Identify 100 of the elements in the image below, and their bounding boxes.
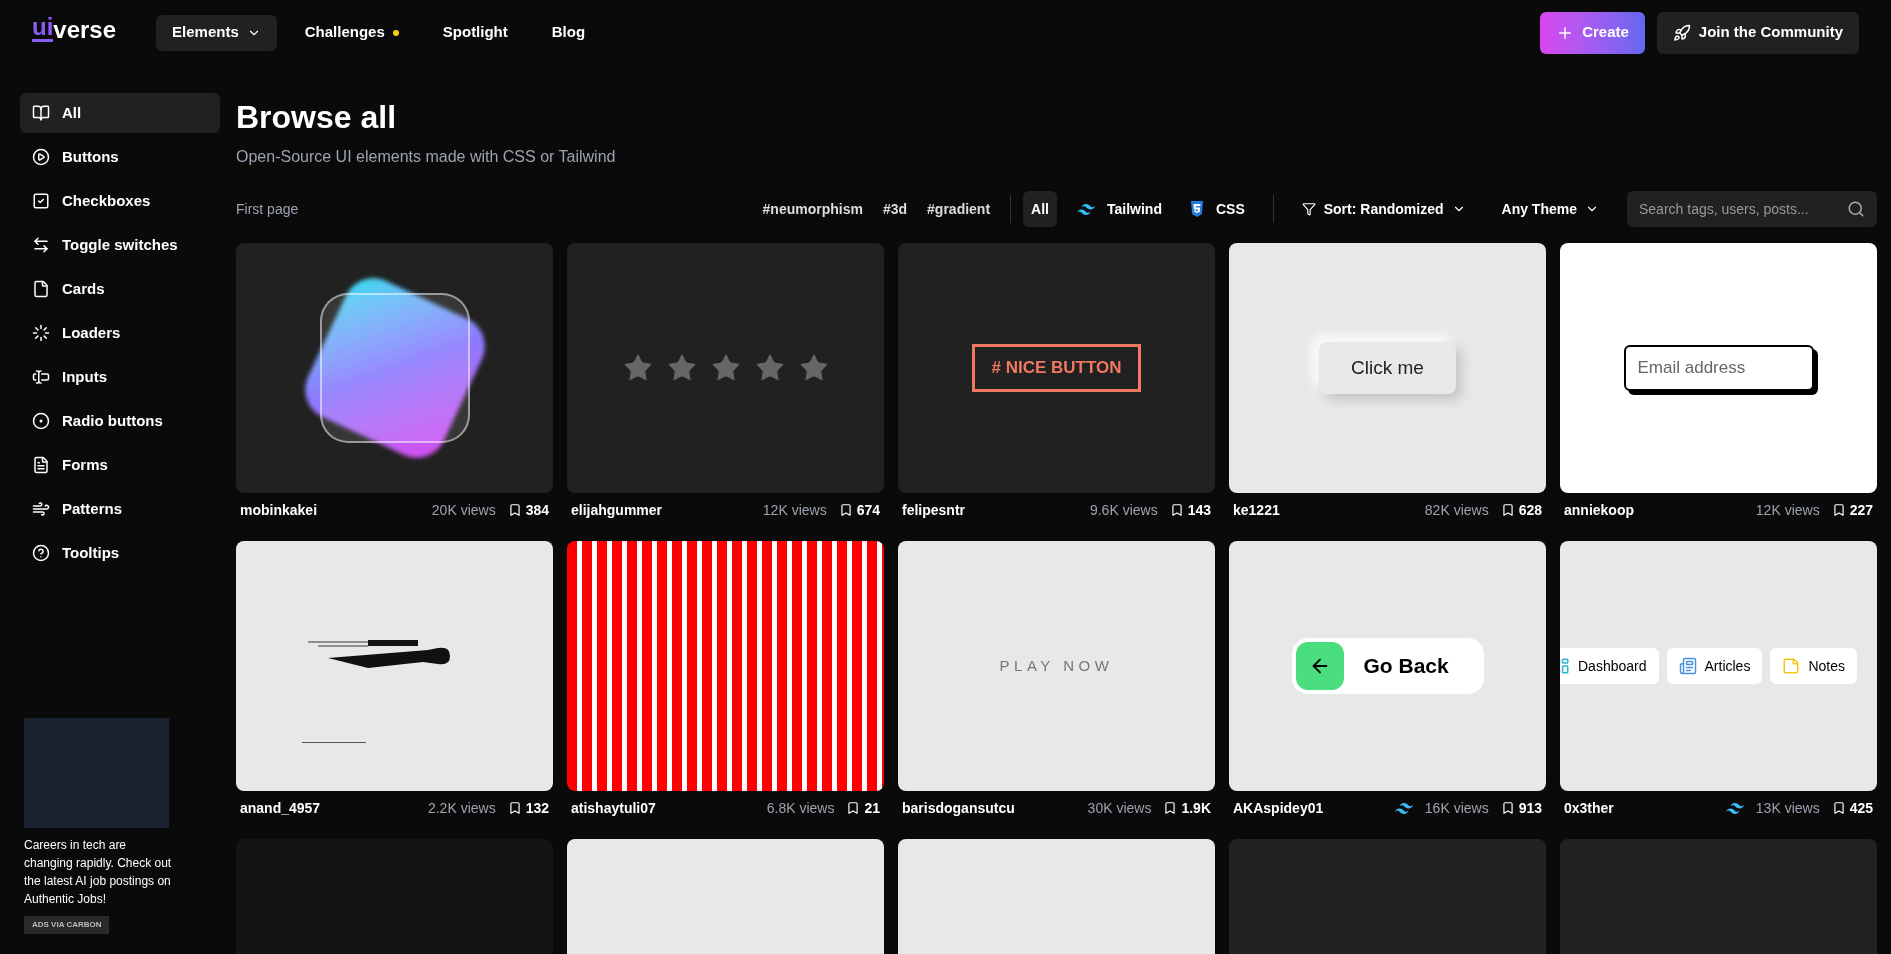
sidebar-item[interactable]: Cards <box>20 269 220 309</box>
preview-card[interactable] <box>236 243 553 493</box>
save-count[interactable]: 384 <box>507 499 549 521</box>
ground-line <box>302 742 366 743</box>
wave-icon <box>1076 203 1095 215</box>
author-name[interactable]: mobinkakei <box>240 499 318 521</box>
logo[interactable]: uiverse <box>32 15 117 42</box>
preview-card[interactable]: PLAY NOW <box>898 541 1215 791</box>
bookmark-icon <box>1500 503 1515 517</box>
pagination-label: First page <box>236 199 299 219</box>
bookmark-icon <box>1831 801 1846 815</box>
radio-icon <box>32 412 50 430</box>
view-count: 20K views <box>431 500 496 520</box>
view-count: 16K views <box>1424 798 1489 818</box>
book-icon <box>32 104 50 122</box>
email-input-field[interactable]: Email address <box>1623 345 1814 391</box>
author-name[interactable]: elijahgummer <box>571 499 663 521</box>
play-now-text[interactable]: PLAY NOW <box>999 654 1114 678</box>
nav-item[interactable]: Elements <box>156 14 277 51</box>
bookmark-icon <box>1169 503 1184 517</box>
sidebar-item[interactable]: Forms <box>20 445 220 485</box>
play-icon <box>32 148 50 166</box>
sidebar-item[interactable]: Buttons <box>20 137 220 177</box>
file-icon <box>32 280 50 298</box>
ad-label[interactable]: ADS VIA CARBON <box>24 916 110 934</box>
arrows-icon <box>32 236 50 254</box>
go-back-button[interactable]: Go Back <box>1291 638 1484 694</box>
wind-icon <box>32 500 50 518</box>
framework-tab[interactable]: Tailwind <box>1068 191 1170 227</box>
wave-icon <box>1394 802 1413 814</box>
tag-link[interactable]: #neumorphism <box>762 198 863 220</box>
community-button[interactable]: Join the Community <box>1656 11 1859 54</box>
tag-link[interactable]: #gradient <box>927 198 991 220</box>
save-count[interactable]: 425 <box>1831 797 1873 819</box>
save-count[interactable]: 1.9K <box>1163 797 1211 819</box>
view-count: 12K views <box>762 500 827 520</box>
save-count[interactable]: 227 <box>1831 499 1873 521</box>
tab-button[interactable]: Dashboard <box>1560 648 1659 684</box>
preview-card[interactable]: # NICE BUTTON <box>898 243 1215 493</box>
bookmark-icon <box>846 801 861 815</box>
click-button[interactable]: Click me <box>1319 341 1456 395</box>
sort-dropdown[interactable]: Sort: Randomized <box>1293 198 1474 220</box>
tab-button[interactable]: Notes <box>1770 648 1857 684</box>
preview-card[interactable]: Email address <box>1560 243 1877 493</box>
sidebar-item[interactable]: Loaders <box>20 313 220 353</box>
nav-item[interactable]: Blog <box>535 14 602 51</box>
save-count[interactable]: 21 <box>846 797 880 819</box>
tag-link[interactable]: #3d <box>882 198 908 220</box>
bookmark-icon <box>507 801 522 815</box>
framework-tab[interactable]: All <box>1023 191 1057 227</box>
sidebar-item[interactable]: Checkboxes <box>20 181 220 221</box>
view-count: 2.2K views <box>427 798 496 818</box>
page-title: Browse all <box>236 98 398 137</box>
sidebar-item[interactable]: Radio buttons <box>20 401 220 441</box>
author-name[interactable]: felipesntr <box>902 499 965 521</box>
save-count[interactable]: 628 <box>1500 499 1542 521</box>
create-button[interactable]: Create <box>1540 11 1645 54</box>
bookmark-icon <box>1500 801 1515 815</box>
loader-icon <box>32 324 50 342</box>
author-name[interactable]: barisdogansutcu <box>902 797 1015 819</box>
outline-button[interactable]: # NICE BUTTON <box>972 344 1141 392</box>
bookmark-icon <box>1831 503 1846 517</box>
sidebar-item[interactable]: Toggle switches <box>20 225 220 265</box>
tab-icon <box>1782 657 1801 675</box>
sidebar-item[interactable]: All <box>20 93 220 133</box>
bookmark-icon <box>838 503 853 517</box>
search-field[interactable]: Search tags, users, posts... <box>1627 191 1877 227</box>
author-name[interactable]: anniekoop <box>1564 499 1634 521</box>
striped-pattern[interactable] <box>567 541 884 791</box>
sidebar-item[interactable]: Tooltips <box>20 533 220 573</box>
framework-tab[interactable]: CSS <box>1181 191 1253 227</box>
search-icon <box>1847 200 1865 218</box>
preview-card[interactable]: Go Back <box>1229 541 1546 791</box>
sidebar-item[interactable]: Patterns <box>20 489 220 529</box>
document-icon <box>32 456 50 474</box>
author-name[interactable]: atishaytuli07 <box>571 797 656 819</box>
text-input-icon <box>32 368 50 386</box>
tab-button[interactable]: Articles <box>1666 648 1763 684</box>
nav-item[interactable]: Challenges <box>288 14 415 51</box>
theme-dropdown[interactable]: Any Theme <box>1493 198 1607 220</box>
save-count[interactable]: 143 <box>1169 499 1211 521</box>
preview-card[interactable]: Click me <box>1229 243 1546 493</box>
page-subtitle: Open-Source UI elements made with CSS or Tailwind <box>236 147 617 167</box>
nav-item[interactable]: Spotlight <box>426 14 524 51</box>
save-count[interactable]: 132 <box>507 797 549 819</box>
bookmark-icon <box>507 503 522 517</box>
preview-card[interactable] <box>236 541 553 791</box>
author-name[interactable]: ke1221 <box>1233 499 1280 521</box>
author-name[interactable]: AKAspidey01 <box>1233 797 1324 819</box>
bookmark-icon <box>1163 801 1178 815</box>
ad-text[interactable]: Careers in tech are changing rapidly. Check out the latest AI job postings on Authentic Jobs! <box>24 836 174 908</box>
save-count[interactable]: 913 <box>1500 797 1542 819</box>
tab-icon <box>1678 657 1697 675</box>
sidebar-item[interactable]: Inputs <box>20 357 220 397</box>
css-shield-icon <box>1189 201 1204 217</box>
author-name[interactable]: anand_4957 <box>240 797 321 819</box>
save-count[interactable]: 674 <box>838 499 880 521</box>
preview-card[interactable]: Dashboard Articles Notes <box>1560 541 1877 791</box>
author-name[interactable]: 0x3ther <box>1564 797 1614 819</box>
view-count: 82K views <box>1424 500 1489 520</box>
